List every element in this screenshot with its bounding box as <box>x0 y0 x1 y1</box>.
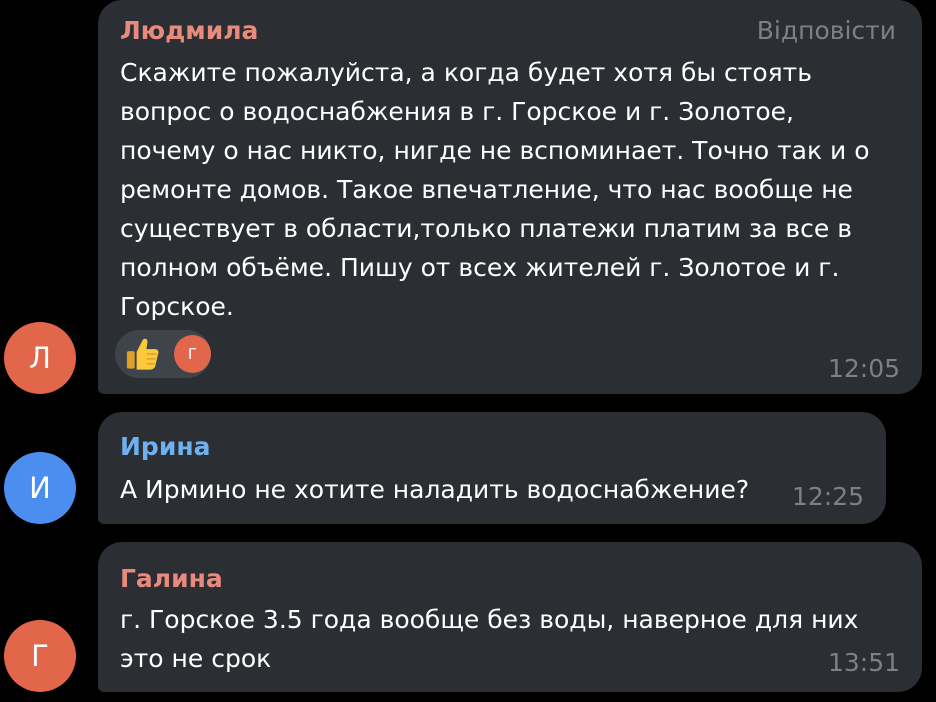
message-time: 13:51 <box>827 648 900 677</box>
reply-button[interactable]: Відповісти <box>757 16 896 45</box>
avatar-irina[interactable]: И <box>4 452 76 524</box>
chat-history: Людмила Відповісти Скажите пожалуйста, а… <box>0 0 936 702</box>
thumbs-up-icon <box>126 338 159 370</box>
avatar-lyudmila[interactable]: Л <box>4 322 76 394</box>
sender-name[interactable]: Галина <box>120 564 223 593</box>
message-bubble-irina[interactable]: Ирина А Ирмино не хотите наладить водосн… <box>98 412 886 524</box>
message-text: Скажите пожалуйста, а когда будет хотя б… <box>120 58 870 321</box>
avatar-galina[interactable]: Г <box>4 620 76 692</box>
message-text: А Ирмино не хотите наладить водоснабжени… <box>120 475 750 504</box>
sender-name[interactable]: Людмила <box>120 16 258 45</box>
sender-name[interactable]: Ирина <box>120 432 210 461</box>
message-time: 12:25 <box>791 482 864 511</box>
message-text: г. Горское 3.5 года вообще без воды, нав… <box>120 605 859 673</box>
reactions-pill[interactable]: Г <box>115 330 211 378</box>
message-time: 12:05 <box>827 354 900 383</box>
reactor-avatar[interactable]: Г <box>173 335 211 373</box>
message-bubble-lyudmila[interactable]: Людмила Відповісти Скажите пожалуйста, а… <box>98 0 922 394</box>
message-bubble-galina[interactable]: Галина г. Горское 3.5 года вообще без во… <box>98 542 922 692</box>
